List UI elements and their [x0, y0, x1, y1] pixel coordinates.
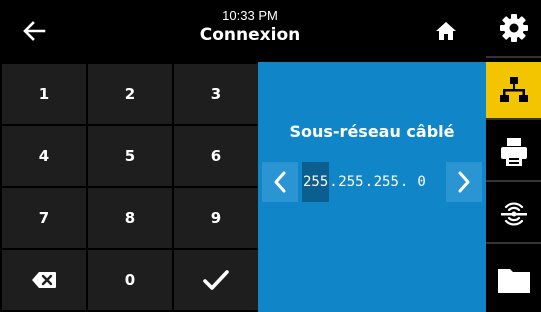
key-2[interactable]: 2: [88, 64, 172, 124]
key-3[interactable]: 3: [174, 64, 258, 124]
ip-address-row: 255. 255. 255. 0: [258, 162, 486, 202]
ip-dot: .: [364, 174, 374, 190]
key-8[interactable]: 8: [88, 188, 172, 248]
key-1[interactable]: 1: [2, 64, 86, 124]
previous-octet-button[interactable]: [262, 162, 298, 202]
key-6[interactable]: 6: [174, 126, 258, 186]
ip-octet-3[interactable]: 255: [373, 162, 400, 202]
ip-dot: .: [399, 174, 409, 190]
sidebar-item-storage[interactable]: [486, 248, 541, 312]
clock-time: 10:33 PM: [222, 8, 278, 23]
key-9[interactable]: 9: [174, 188, 258, 248]
key-0[interactable]: 0: [88, 250, 172, 310]
network-icon: [499, 77, 528, 102]
right-sidebar: [486, 0, 541, 312]
top-bar: 10:33 PM Connexion: [0, 0, 486, 62]
confirm-key[interactable]: [174, 250, 258, 310]
sidebar-item-settings[interactable]: [486, 0, 541, 58]
ip-octet-2[interactable]: 255: [337, 162, 364, 202]
home-button[interactable]: [424, 14, 468, 48]
sidebar-item-print[interactable]: [486, 124, 541, 182]
ip-dot: .: [329, 174, 338, 190]
rfid-icon: [500, 202, 527, 226]
backspace-icon: [32, 272, 56, 288]
back-button[interactable]: [14, 14, 54, 48]
page-title: Connexion: [199, 25, 301, 45]
chevron-right-icon: [458, 171, 470, 193]
sidebar-item-rfid[interactable]: [486, 186, 541, 244]
ip-octet-4[interactable]: 0: [408, 162, 427, 202]
gear-icon: [499, 14, 528, 42]
printer-icon: [500, 138, 527, 166]
home-icon: [436, 22, 456, 40]
setting-title: Sous-réseau câblé: [289, 122, 455, 141]
chevron-left-icon: [274, 171, 286, 193]
key-7[interactable]: 7: [2, 188, 86, 248]
header-title-block: 10:33 PM Connexion: [150, 8, 350, 46]
key-4[interactable]: 4: [2, 126, 86, 186]
numeric-keypad: 1 2 3 4 5 6 7 8 9 0: [0, 62, 258, 312]
key-5[interactable]: 5: [88, 126, 172, 186]
checkmark-icon: [203, 270, 229, 290]
subnet-mask-field[interactable]: 255. 255. 255. 0: [302, 162, 442, 202]
arrow-left-icon: [23, 21, 46, 41]
next-octet-button[interactable]: [446, 162, 482, 202]
subnet-editor-panel: Sous-réseau câblé 255. 255. 255. 0: [258, 62, 486, 312]
sidebar-item-network[interactable]: [486, 62, 541, 120]
backspace-key[interactable]: [2, 250, 86, 310]
folder-icon: [497, 269, 530, 293]
ip-octet-1[interactable]: 255: [302, 162, 330, 202]
